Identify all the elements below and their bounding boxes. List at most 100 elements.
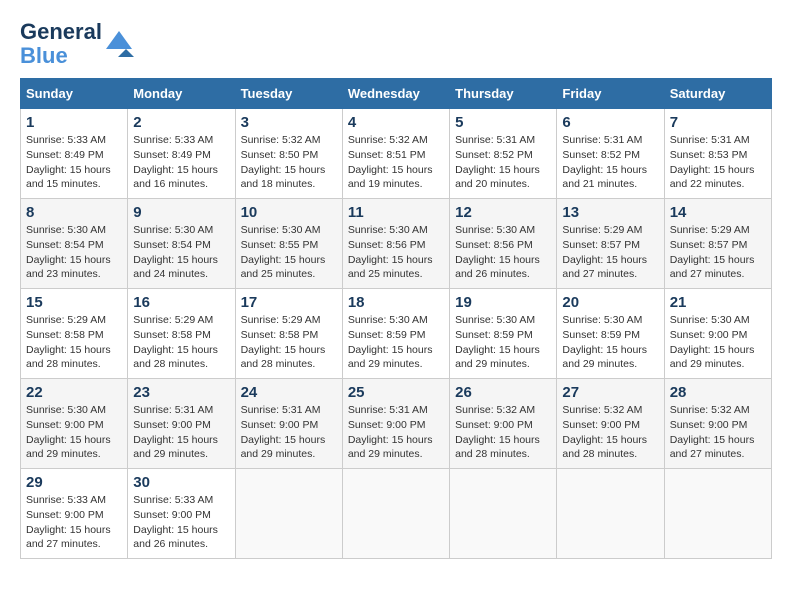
day-number: 20 (562, 294, 658, 311)
day-info: Sunrise: 5:31 AM Sunset: 9:00 PM Dayligh… (241, 403, 337, 462)
weekday-header: Wednesday (342, 79, 449, 109)
day-number: 18 (348, 294, 444, 311)
weekday-header: Saturday (664, 79, 771, 109)
calendar-cell: 7 Sunrise: 5:31 AM Sunset: 8:53 PM Daylig… (664, 109, 771, 199)
day-info: Sunrise: 5:29 AM Sunset: 8:58 PM Dayligh… (241, 313, 337, 372)
calendar-cell: 17 Sunrise: 5:29 AM Sunset: 8:58 PM Dayli… (235, 289, 342, 379)
calendar-cell: 21 Sunrise: 5:30 AM Sunset: 9:00 PM Dayli… (664, 289, 771, 379)
calendar-cell: 11 Sunrise: 5:30 AM Sunset: 8:56 PM Dayli… (342, 199, 449, 289)
day-number: 5 (455, 114, 551, 131)
calendar-cell: 8 Sunrise: 5:30 AM Sunset: 8:54 PM Daylig… (21, 199, 128, 289)
day-info: Sunrise: 5:32 AM Sunset: 8:50 PM Dayligh… (241, 133, 337, 192)
calendar-header-row: SundayMondayTuesdayWednesdayThursdayFrid… (21, 79, 772, 109)
calendar-body: 1 Sunrise: 5:33 AM Sunset: 8:49 PM Daylig… (21, 109, 772, 559)
calendar-week-row: 22 Sunrise: 5:30 AM Sunset: 9:00 PM Dayli… (21, 379, 772, 469)
calendar-cell (557, 469, 664, 559)
day-info: Sunrise: 5:30 AM Sunset: 8:59 PM Dayligh… (562, 313, 658, 372)
weekday-header: Friday (557, 79, 664, 109)
logo: GeneralBlue (20, 20, 134, 68)
day-info: Sunrise: 5:31 AM Sunset: 8:53 PM Dayligh… (670, 133, 766, 192)
day-number: 9 (133, 204, 229, 221)
day-info: Sunrise: 5:30 AM Sunset: 8:54 PM Dayligh… (26, 223, 122, 282)
calendar-cell: 20 Sunrise: 5:30 AM Sunset: 8:59 PM Dayli… (557, 289, 664, 379)
day-info: Sunrise: 5:30 AM Sunset: 9:00 PM Dayligh… (670, 313, 766, 372)
calendar-cell: 22 Sunrise: 5:30 AM Sunset: 9:00 PM Dayli… (21, 379, 128, 469)
day-info: Sunrise: 5:30 AM Sunset: 8:56 PM Dayligh… (455, 223, 551, 282)
day-number: 1 (26, 114, 122, 131)
day-info: Sunrise: 5:32 AM Sunset: 9:00 PM Dayligh… (562, 403, 658, 462)
calendar-cell: 19 Sunrise: 5:30 AM Sunset: 8:59 PM Dayli… (450, 289, 557, 379)
calendar-cell: 30 Sunrise: 5:33 AM Sunset: 9:00 PM Dayli… (128, 469, 235, 559)
day-number: 3 (241, 114, 337, 131)
day-info: Sunrise: 5:29 AM Sunset: 8:57 PM Dayligh… (670, 223, 766, 282)
day-info: Sunrise: 5:29 AM Sunset: 8:57 PM Dayligh… (562, 223, 658, 282)
day-number: 30 (133, 474, 229, 491)
day-number: 28 (670, 384, 766, 401)
calendar-cell: 16Sunrise: 5:29 AM Sunset: 8:58 PM Dayli… (128, 289, 235, 379)
calendar-cell: 29 Sunrise: 5:33 AM Sunset: 9:00 PM Dayli… (21, 469, 128, 559)
day-number: 11 (348, 204, 444, 221)
day-number: 21 (670, 294, 766, 311)
weekday-header: Sunday (21, 79, 128, 109)
calendar-cell (664, 469, 771, 559)
day-number: 23 (133, 384, 229, 401)
calendar-cell: 5 Sunrise: 5:31 AM Sunset: 8:52 PM Daylig… (450, 109, 557, 199)
day-number: 10 (241, 204, 337, 221)
day-number: 24 (241, 384, 337, 401)
day-info: Sunrise: 5:32 AM Sunset: 9:00 PM Dayligh… (455, 403, 551, 462)
weekday-header: Tuesday (235, 79, 342, 109)
calendar-week-row: 15 Sunrise: 5:29 AM Sunset: 8:58 PM Dayli… (21, 289, 772, 379)
day-info: Sunrise: 5:30 AM Sunset: 9:00 PM Dayligh… (26, 403, 122, 462)
day-number: 12 (455, 204, 551, 221)
day-info: Sunrise: 5:30 AM Sunset: 8:56 PM Dayligh… (348, 223, 444, 282)
weekday-header: Thursday (450, 79, 557, 109)
day-info: Sunrise: 5:29 AM Sunset: 8:58 PM Dayligh… (26, 313, 122, 372)
day-number: 16 (133, 294, 229, 311)
calendar-cell: 15 Sunrise: 5:29 AM Sunset: 8:58 PM Dayli… (21, 289, 128, 379)
calendar-cell: 25Sunrise: 5:31 AM Sunset: 9:00 PM Dayli… (342, 379, 449, 469)
day-number: 6 (562, 114, 658, 131)
calendar-cell (450, 469, 557, 559)
calendar-cell (235, 469, 342, 559)
day-info: Sunrise: 5:32 AM Sunset: 8:51 PM Dayligh… (348, 133, 444, 192)
day-number: 13 (562, 204, 658, 221)
day-number: 7 (670, 114, 766, 131)
calendar-cell: 14 Sunrise: 5:29 AM Sunset: 8:57 PM Dayli… (664, 199, 771, 289)
calendar-cell: 3 Sunrise: 5:32 AM Sunset: 8:50 PM Daylig… (235, 109, 342, 199)
calendar-cell: 6 Sunrise: 5:31 AM Sunset: 8:52 PM Daylig… (557, 109, 664, 199)
calendar-week-row: 8 Sunrise: 5:30 AM Sunset: 8:54 PM Daylig… (21, 199, 772, 289)
day-number: 19 (455, 294, 551, 311)
calendar-cell: 23 Sunrise: 5:31 AM Sunset: 9:00 PM Dayli… (128, 379, 235, 469)
day-info: Sunrise: 5:30 AM Sunset: 8:54 PM Dayligh… (133, 223, 229, 282)
day-info: Sunrise: 5:31 AM Sunset: 8:52 PM Dayligh… (562, 133, 658, 192)
calendar-cell: 12 Sunrise: 5:30 AM Sunset: 8:56 PM Dayli… (450, 199, 557, 289)
calendar-cell: 4 Sunrise: 5:32 AM Sunset: 8:51 PM Daylig… (342, 109, 449, 199)
day-number: 2 (133, 114, 229, 131)
day-number: 26 (455, 384, 551, 401)
day-number: 29 (26, 474, 122, 491)
day-info: Sunrise: 5:30 AM Sunset: 8:59 PM Dayligh… (455, 313, 551, 372)
day-info: Sunrise: 5:33 AM Sunset: 9:00 PM Dayligh… (26, 493, 122, 552)
day-number: 15 (26, 294, 122, 311)
calendar-cell (342, 469, 449, 559)
day-number: 27 (562, 384, 658, 401)
day-info: Sunrise: 5:31 AM Sunset: 8:52 PM Dayligh… (455, 133, 551, 192)
calendar-cell: 10 Sunrise: 5:30 AM Sunset: 8:55 PM Dayli… (235, 199, 342, 289)
day-info: Sunrise: 5:33 AM Sunset: 8:49 PM Dayligh… (133, 133, 229, 192)
day-number: 4 (348, 114, 444, 131)
calendar-cell: 1Sunrise: 5:33 AM Sunset: 8:49 PM Daylig… (21, 109, 128, 199)
day-number: 14 (670, 204, 766, 221)
day-info: Sunrise: 5:33 AM Sunset: 9:00 PM Dayligh… (133, 493, 229, 552)
day-number: 17 (241, 294, 337, 311)
calendar-cell: 13 Sunrise: 5:29 AM Sunset: 8:57 PM Dayli… (557, 199, 664, 289)
day-info: Sunrise: 5:30 AM Sunset: 8:59 PM Dayligh… (348, 313, 444, 372)
day-number: 25 (348, 384, 444, 401)
day-info: Sunrise: 5:31 AM Sunset: 9:00 PM Dayligh… (133, 403, 229, 462)
day-number: 8 (26, 204, 122, 221)
day-number: 22 (26, 384, 122, 401)
day-info: Sunrise: 5:30 AM Sunset: 8:55 PM Dayligh… (241, 223, 337, 282)
weekday-header: Monday (128, 79, 235, 109)
calendar-week-row: 29 Sunrise: 5:33 AM Sunset: 9:00 PM Dayli… (21, 469, 772, 559)
calendar-cell: 18 Sunrise: 5:30 AM Sunset: 8:59 PM Dayli… (342, 289, 449, 379)
logo-icon (104, 29, 134, 59)
